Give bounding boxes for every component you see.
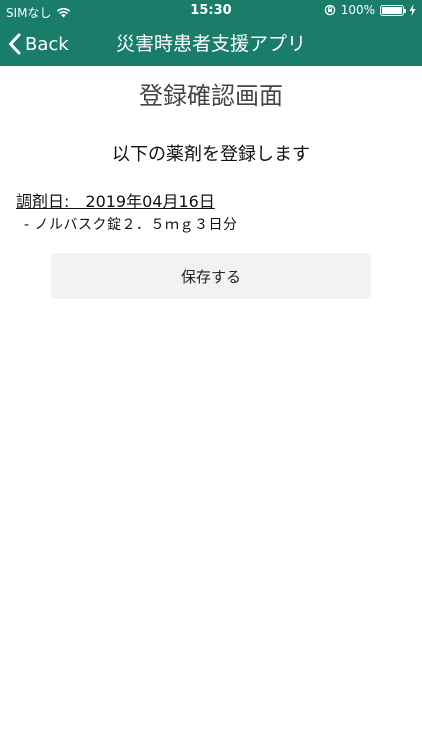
dispense-date: 調剤日: 2019年04月16日 (16, 192, 215, 211)
charging-icon (409, 4, 416, 16)
battery-percent: 100% (340, 3, 375, 17)
rotation-lock-icon (324, 4, 335, 16)
status-indicators: 100% (324, 3, 416, 17)
page-title: 登録確認画面 (139, 82, 283, 110)
save-button[interactable]: 保存する (51, 253, 371, 299)
back-label: Back (25, 33, 69, 55)
app-header: SIMなし 15:30 100% Back 災害時患者支援アプリ (0, 0, 422, 66)
navigation-bar: Back 災害時患者支援アプリ (0, 22, 422, 66)
battery-icon (380, 4, 406, 16)
back-button[interactable]: Back (8, 22, 69, 66)
drug-list-item: - ノルバスク錠２．５ｍｇ３日分 (24, 217, 238, 233)
chevron-left-icon (9, 33, 21, 55)
page-subtitle: 以下の薬剤を登録します (112, 144, 310, 165)
status-bar: SIMなし 15:30 100% (0, 0, 422, 22)
battery-level (382, 6, 402, 14)
